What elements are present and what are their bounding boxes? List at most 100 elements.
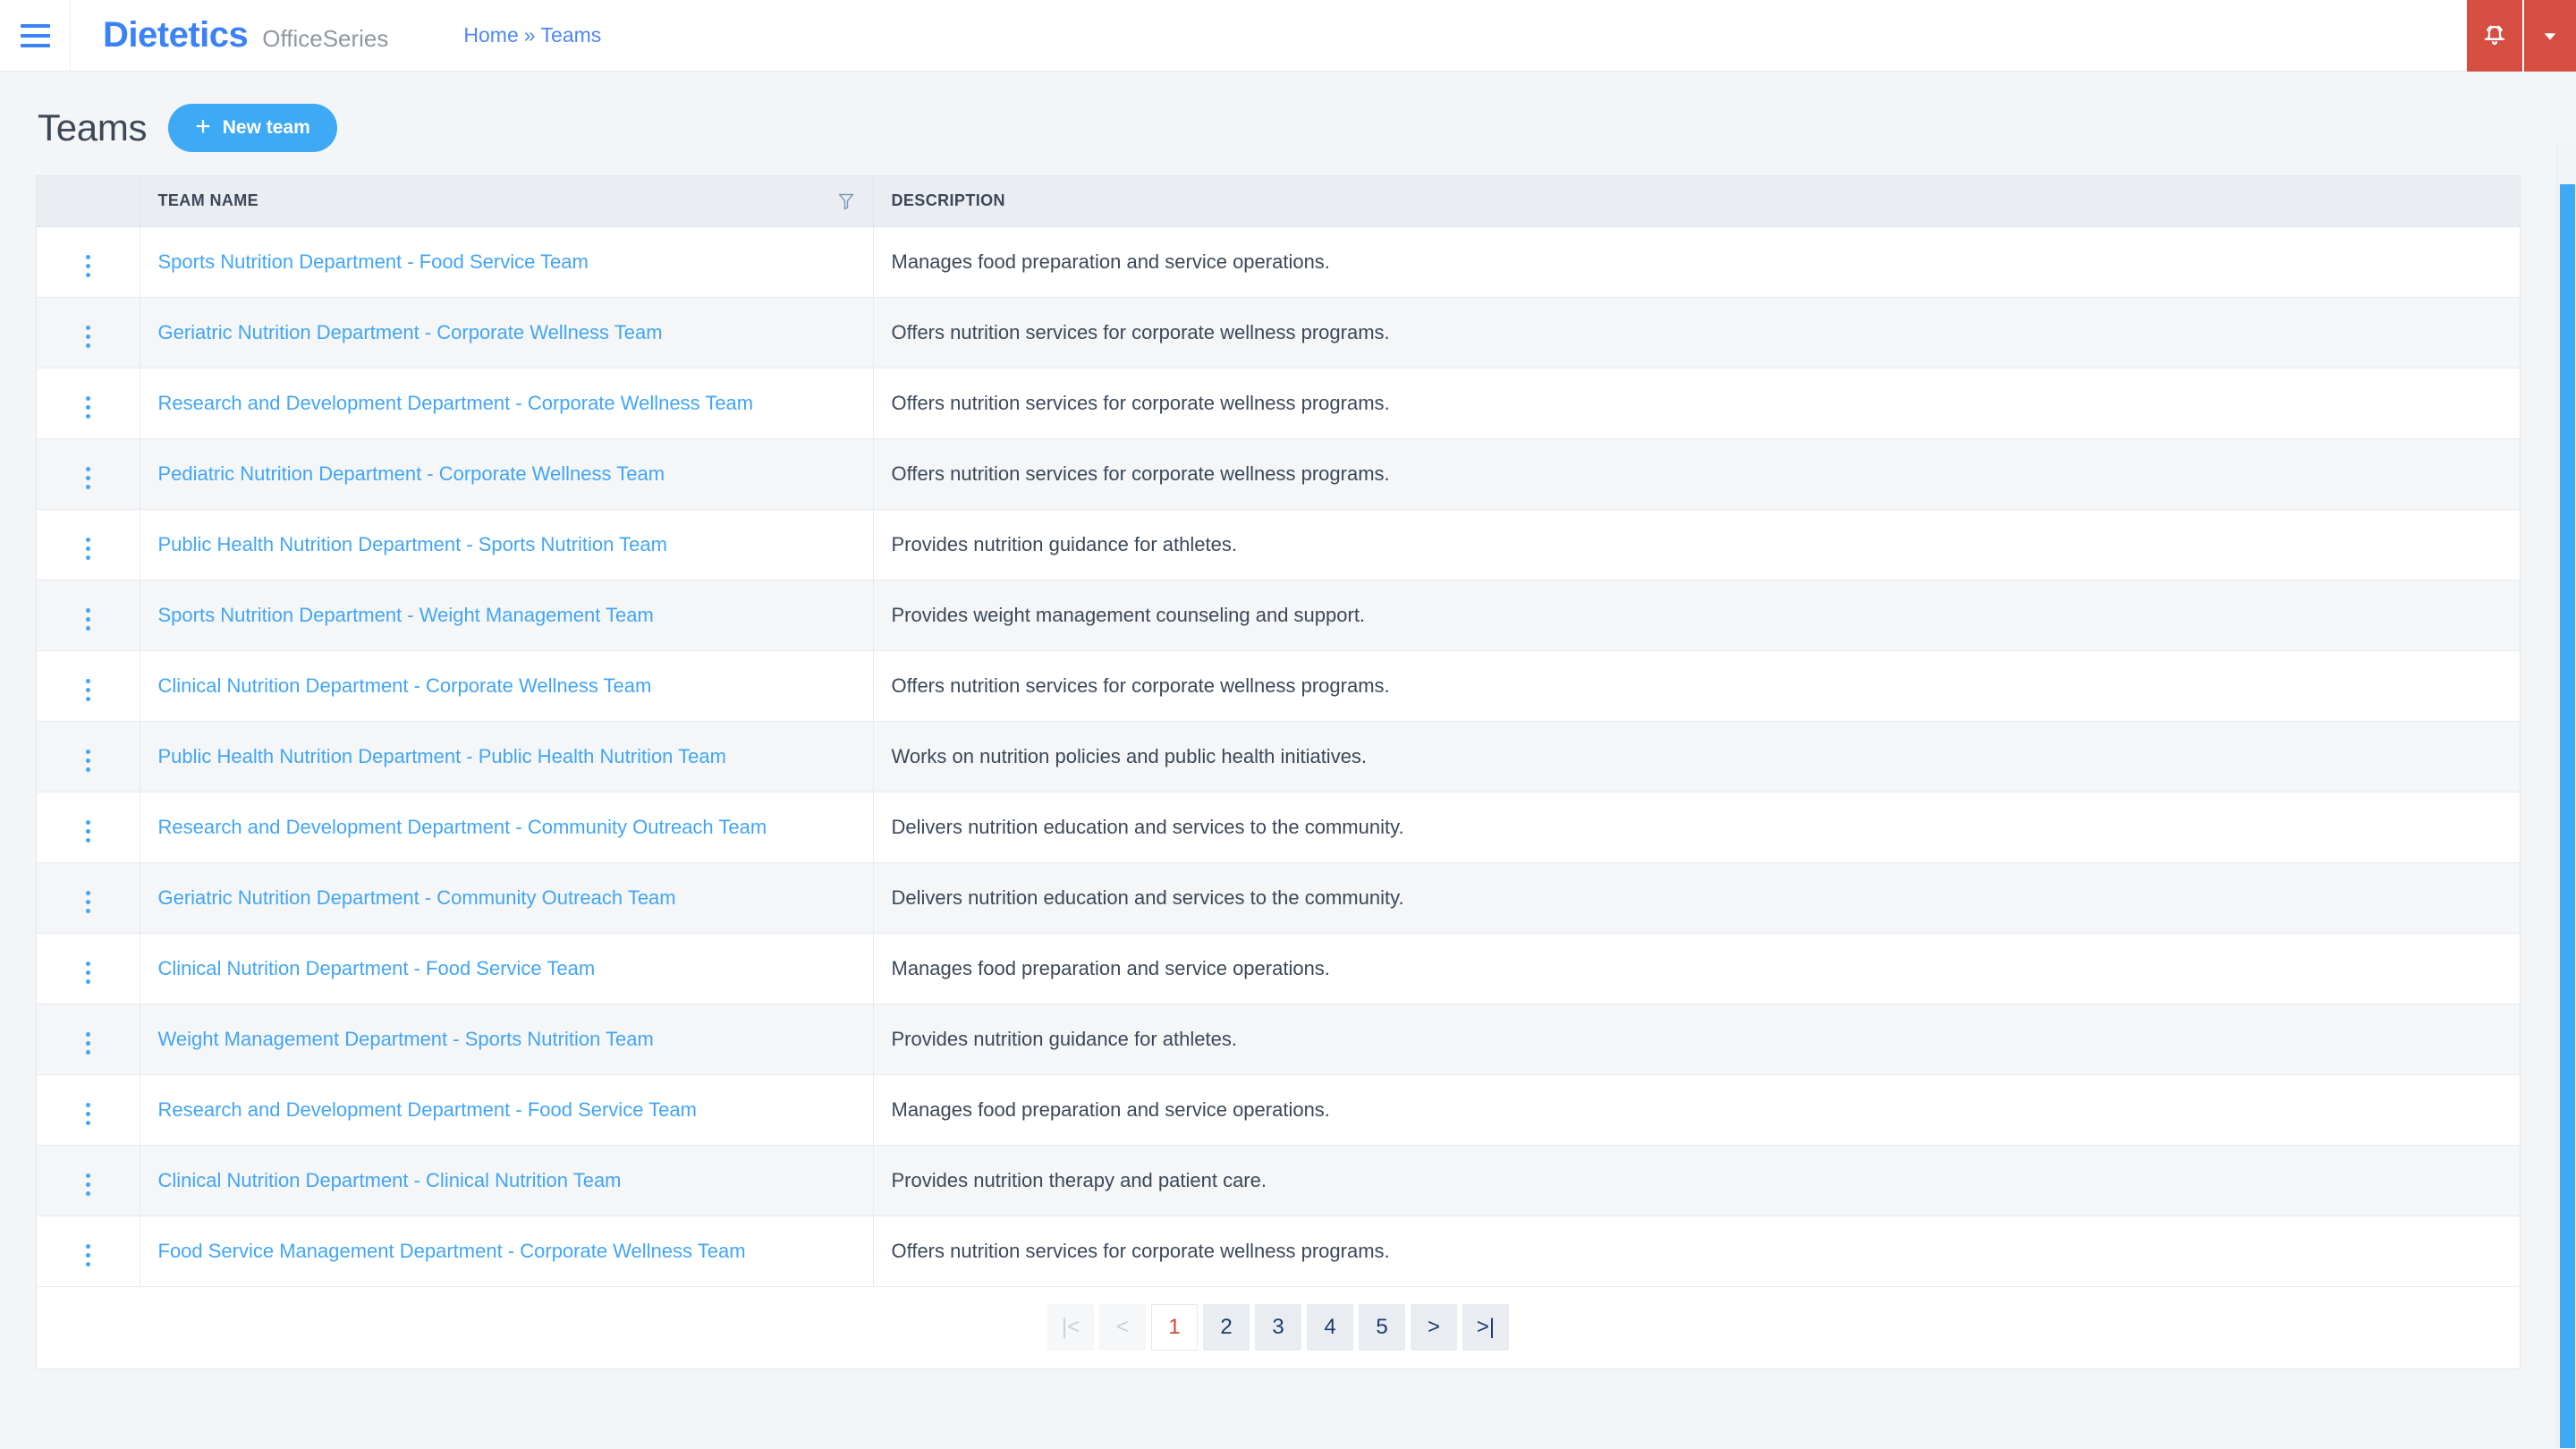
team-description-cell: Manages food preparation and service ope… bbox=[873, 933, 2520, 1004]
teams-table-card: TEAM NAME DESCRIPTION Sports Nutrition D… bbox=[36, 175, 2521, 1369]
kebab-menu-icon[interactable] bbox=[75, 250, 101, 283]
pagination-last-button[interactable]: >| bbox=[1462, 1304, 1509, 1352]
team-name-link[interactable]: Food Service Management Department - Cor… bbox=[158, 1240, 746, 1262]
column-header-menu bbox=[37, 176, 140, 227]
row-menu-cell bbox=[37, 226, 140, 298]
filter-funnel-icon[interactable] bbox=[837, 191, 855, 211]
team-name-link[interactable]: Clinical Nutrition Department - Corporat… bbox=[158, 674, 652, 697]
table-row: Public Health Nutrition Department - Spo… bbox=[37, 509, 2520, 580]
team-name-cell: Research and Development Department - Co… bbox=[140, 368, 874, 439]
pagination-page-3-button[interactable]: 3 bbox=[1255, 1304, 1301, 1352]
kebab-menu-icon[interactable] bbox=[75, 603, 101, 636]
kebab-menu-icon[interactable] bbox=[75, 744, 101, 777]
table-row: Pediatric Nutrition Department - Corpora… bbox=[37, 438, 2520, 510]
kebab-menu-icon[interactable] bbox=[75, 1027, 101, 1060]
brand[interactable]: Dietetics OfficeSeries bbox=[71, 15, 388, 55]
pagination-cell: |< <1 2 3 4 5 > >| bbox=[37, 1286, 2520, 1368]
team-name-cell: Research and Development Department - Co… bbox=[140, 792, 874, 863]
breadcrumb-separator: » bbox=[523, 23, 536, 47]
pagination-last-button-label: >| bbox=[1476, 1315, 1496, 1340]
team-name-link[interactable]: Sports Nutrition Department - Weight Man… bbox=[158, 604, 654, 626]
new-team-button[interactable]: + New team bbox=[168, 104, 337, 152]
kebab-menu-icon[interactable] bbox=[75, 674, 101, 707]
breadcrumb-home-link[interactable]: Home bbox=[463, 23, 518, 47]
kebab-menu-icon[interactable] bbox=[75, 1239, 101, 1272]
column-header-team-name-label: TEAM NAME bbox=[157, 191, 259, 210]
row-menu-cell bbox=[37, 1004, 140, 1075]
team-description-cell: Offers nutrition services for corporate … bbox=[873, 1216, 2520, 1287]
team-name-link[interactable]: Research and Development Department - Fo… bbox=[158, 1098, 697, 1121]
plus-icon: + bbox=[195, 112, 211, 141]
kebab-menu-icon[interactable] bbox=[75, 815, 101, 848]
team-name-link[interactable]: Clinical Nutrition Department - Food Ser… bbox=[158, 957, 596, 979]
pagination-page-4-button[interactable]: 4 bbox=[1307, 1304, 1353, 1352]
pagination-page-4-button-label: 4 bbox=[1324, 1315, 1336, 1340]
table-row: Food Service Management Department - Cor… bbox=[37, 1216, 2520, 1287]
team-name-link[interactable]: Weight Management Department - Sports Nu… bbox=[158, 1028, 654, 1050]
row-menu-cell bbox=[37, 1216, 140, 1287]
notification-button[interactable] bbox=[2467, 0, 2522, 72]
team-description-cell: Delivers nutrition education and service… bbox=[873, 792, 2520, 863]
kebab-menu-icon[interactable] bbox=[75, 532, 101, 565]
team-name-link[interactable]: Pediatric Nutrition Department - Corpora… bbox=[158, 462, 665, 485]
vertical-scrollbar-thumb[interactable] bbox=[2560, 184, 2575, 1448]
team-name-cell: Public Health Nutrition Department - Pub… bbox=[140, 721, 874, 792]
team-name-cell: Public Health Nutrition Department - Spo… bbox=[140, 509, 874, 580]
table-row: Geriatric Nutrition Department - Corpora… bbox=[37, 297, 2520, 369]
kebab-menu-icon[interactable] bbox=[75, 462, 101, 495]
team-description-cell: Offers nutrition services for corporate … bbox=[873, 438, 2520, 510]
team-name-cell: Clinical Nutrition Department - Corporat… bbox=[140, 650, 874, 722]
kebab-menu-icon[interactable] bbox=[75, 886, 101, 919]
team-description-cell: Offers nutrition services for corporate … bbox=[873, 650, 2520, 722]
page-content: Teams + New team TEAM NAME DESCRIPTION S… bbox=[0, 72, 2576, 1448]
pagination: |< <1 2 3 4 5 > >| bbox=[37, 1304, 2520, 1352]
team-name-cell: Geriatric Nutrition Department - Communi… bbox=[140, 862, 874, 934]
team-name-link[interactable]: Geriatric Nutrition Department - Corpora… bbox=[158, 321, 663, 343]
pagination-next-button[interactable]: > bbox=[1411, 1304, 1457, 1352]
pagination-page-2-button-label: 2 bbox=[1220, 1315, 1233, 1340]
kebab-menu-icon[interactable] bbox=[75, 956, 101, 989]
team-description-cell: Works on nutrition policies and public h… bbox=[873, 721, 2520, 792]
breadcrumb-current-link[interactable]: Teams bbox=[541, 23, 602, 47]
kebab-menu-icon[interactable] bbox=[75, 391, 101, 424]
team-name-link[interactable]: Research and Development Department - Co… bbox=[158, 392, 754, 414]
table-row: Sports Nutrition Department - Food Servi… bbox=[37, 226, 2520, 298]
page-title: Teams bbox=[38, 106, 148, 148]
team-name-link[interactable]: Sports Nutrition Department - Food Servi… bbox=[158, 250, 589, 273]
pagination-page-2-button[interactable]: 2 bbox=[1203, 1304, 1250, 1352]
team-name-cell: Clinical Nutrition Department - Clinical… bbox=[140, 1145, 874, 1216]
table-footer: |< <1 2 3 4 5 > >| bbox=[37, 1286, 2520, 1368]
hamburger-menu-icon[interactable] bbox=[0, 0, 70, 72]
pagination-page-1-button-label: 1 bbox=[1168, 1315, 1181, 1340]
table-row: Research and Development Department - Co… bbox=[37, 368, 2520, 439]
team-name-cell: Food Service Management Department - Cor… bbox=[140, 1216, 874, 1287]
pagination-page-1-button[interactable]: 1 bbox=[1151, 1304, 1198, 1352]
pagination-row: |< <1 2 3 4 5 > >| bbox=[37, 1286, 2520, 1368]
breadcrumb: Home » Teams bbox=[463, 23, 601, 47]
team-name-cell: Geriatric Nutrition Department - Corpora… bbox=[140, 297, 874, 369]
team-name-link[interactable]: Public Health Nutrition Department - Spo… bbox=[158, 533, 667, 555]
row-menu-cell bbox=[37, 721, 140, 792]
vertical-scrollbar-track[interactable] bbox=[2556, 143, 2576, 1448]
notification-dropdown-button[interactable] bbox=[2522, 0, 2576, 72]
team-description-cell: Provides nutrition guidance for athletes… bbox=[873, 1004, 2520, 1075]
pagination-next-button-label: > bbox=[1427, 1315, 1440, 1340]
kebab-menu-icon[interactable] bbox=[75, 320, 101, 353]
team-name-link[interactable]: Research and Development Department - Co… bbox=[158, 816, 767, 838]
new-team-button-label: New team bbox=[222, 117, 310, 138]
team-name-link[interactable]: Public Health Nutrition Department - Pub… bbox=[158, 745, 726, 767]
row-menu-cell bbox=[37, 297, 140, 369]
team-description-cell: Manages food preparation and service ope… bbox=[873, 1074, 2520, 1146]
table-row: Clinical Nutrition Department - Corporat… bbox=[37, 650, 2520, 722]
kebab-menu-icon[interactable] bbox=[75, 1168, 101, 1201]
team-name-cell: Sports Nutrition Department - Food Servi… bbox=[140, 226, 874, 298]
team-name-link[interactable]: Clinical Nutrition Department - Clinical… bbox=[158, 1169, 622, 1191]
kebab-menu-icon[interactable] bbox=[75, 1097, 101, 1131]
team-name-cell: Clinical Nutrition Department - Food Ser… bbox=[140, 933, 874, 1004]
team-name-cell: Sports Nutrition Department - Weight Man… bbox=[140, 580, 874, 651]
hamburger-bar bbox=[20, 43, 50, 47]
pagination-prev-button-label: < bbox=[1115, 1315, 1129, 1340]
pagination-page-5-button[interactable]: 5 bbox=[1359, 1304, 1405, 1352]
column-header-team-name: TEAM NAME bbox=[140, 176, 874, 227]
team-name-link[interactable]: Geriatric Nutrition Department - Communi… bbox=[158, 886, 676, 909]
